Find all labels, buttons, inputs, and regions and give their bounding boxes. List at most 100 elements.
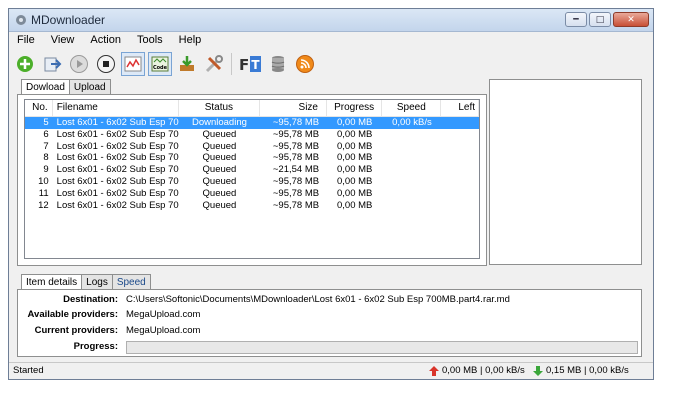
cell-speed [382,129,441,141]
menu-file[interactable]: File [9,34,43,46]
progress-bar [126,341,638,354]
tab-logs[interactable]: Logs [81,274,113,290]
cell-no: 10 [38,175,49,187]
code-icon-label: Code [153,65,168,71]
stop-icon[interactable] [94,52,118,76]
ft-icon-letter-f: F [239,56,249,74]
cell-speed [382,152,441,164]
cell-speed [382,141,441,153]
cell-status: Queued [202,140,237,152]
cell-filename: Lost 6x01 - 6x02 Sub Esp 700MB.p... [56,164,179,176]
cell-left [442,164,479,176]
cell-filename: Lost 6x01 - 6x02 Sub Esp 700MB.p... [56,152,179,164]
status-bar: Started 0,00 MB | 0,00 kB/s 0,15 MB | 0,… [9,362,653,379]
rss-icon[interactable] [293,52,317,76]
cell-no: 5 [43,117,49,128]
play-icon[interactable] [67,52,91,76]
cell-status: Queued [202,152,237,164]
cell-progress: 0,00 MB [337,199,373,211]
progress-row: Progress: [18,340,641,354]
cell-speed [382,200,441,212]
cell-left [442,117,479,129]
current-providers-value: MegaUpload.com [126,325,201,336]
cell-speed [382,176,441,188]
cell-filename: Lost 6x01 - 6x02 Sub Esp 700MB.p... [56,187,179,199]
table-row[interactable]: 9 Lost 6x01 - 6x02 Sub Esp 700MB.p... Queu… [25,164,479,176]
download-status-text: 0,15 MB | 0,00 kB/s [546,365,629,376]
col-progress[interactable]: Progress [327,100,383,116]
toolbar: Code FT [13,49,317,79]
cell-progress: 0,00 MB [337,175,373,187]
cell-status: Downloading [191,117,247,128]
upload-status-text: 0,00 MB | 0,00 kB/s [442,365,525,376]
item-details-panel: Destination: C:\Users\Softonic\Documents… [17,289,642,357]
cell-no: 7 [43,140,49,152]
cell-left [442,141,479,153]
code-icon[interactable]: Code [148,52,172,76]
database-icon[interactable] [266,52,290,76]
cell-progress: 0,00 MB [337,164,373,176]
status-text: Started [13,365,44,376]
menu-view[interactable]: View [43,34,83,46]
col-no[interactable]: No. [25,100,53,116]
col-status[interactable]: Status [179,100,260,116]
table-row[interactable]: 8 Lost 6x01 - 6x02 Sub Esp 700MB.p... Queu… [25,152,479,164]
cell-progress: 0,00 MB [337,152,373,164]
cell-no: 6 [43,128,49,140]
current-providers-label: Current providers: [34,325,118,336]
menu-help[interactable]: Help [171,34,210,46]
cell-no: 8 [43,152,49,164]
cell-left [442,176,479,188]
cell-status: Queued [202,175,237,187]
current-providers-row: Current providers: MegaUpload.com [18,324,641,338]
col-speed[interactable]: Speed [382,100,442,116]
download-panel: No. Filename Status Size Progress Speed … [17,94,487,266]
tools-icon[interactable] [202,52,226,76]
cell-left [442,188,479,200]
graph-icon[interactable] [121,52,145,76]
menu-action[interactable]: Action [82,34,129,46]
col-size[interactable]: Size [260,100,327,116]
col-filename[interactable]: Filename [53,100,179,116]
title-bar: MDownloader ━ □ ✕ [9,9,653,32]
minimize-button[interactable]: ━ [565,12,587,27]
ft-icon[interactable]: FT [237,52,263,76]
tab-upload[interactable]: Upload [68,79,111,95]
cell-progress: 0,00 MB [337,128,373,140]
cell-status: Queued [202,128,237,140]
app-icon [16,15,26,25]
cell-no: 12 [38,199,49,211]
maximize-button[interactable]: □ [589,12,611,27]
cell-progress: 0,00 MB [337,140,373,152]
table-row[interactable]: 5 Lost 6x01 - 6x02 Sub Esp 700MB.p... Down… [25,117,479,129]
window-title: MDownloader [31,13,106,27]
add-download-icon[interactable] [13,52,37,76]
download-status: 0,15 MB | 0,00 kB/s [533,363,629,379]
table-row[interactable]: 6 Lost 6x01 - 6x02 Sub Esp 700MB.p... Queu… [25,129,479,141]
table-row[interactable]: 10 Lost 6x01 - 6x02 Sub Esp 700MB.p... Que… [25,176,479,188]
destination-row: Destination: C:\Users\Softonic\Documents… [18,293,641,307]
cell-speed [382,164,441,176]
list-rows: 5 Lost 6x01 - 6x02 Sub Esp 700MB.p... Down… [25,117,479,211]
cell-size: ~95,78 MB [272,187,320,199]
download-tray-icon[interactable] [175,52,199,76]
cell-speed: 0,00 kB/s [392,117,432,128]
upload-status: 0,00 MB | 0,00 kB/s [429,363,525,379]
download-arrow-icon [533,366,543,376]
list-header: No. Filename Status Size Progress Speed … [25,100,480,117]
menu-bar: File View Action Tools Help [9,31,653,49]
cell-left [442,152,479,164]
cell-left [442,200,479,212]
available-providers-label: Available providers: [27,309,118,320]
import-icon[interactable] [40,52,64,76]
download-list[interactable]: No. Filename Status Size Progress Speed … [24,99,480,259]
menu-tools[interactable]: Tools [129,34,171,46]
close-button[interactable]: ✕ [613,12,649,27]
ft-icon-letter-t: T [251,58,260,72]
cell-filename: Lost 6x01 - 6x02 Sub Esp 700MB.p... [56,128,179,140]
col-left[interactable]: Left [441,100,480,116]
table-row[interactable]: 11 Lost 6x01 - 6x02 Sub Esp 700MB.p... Que… [25,188,479,200]
table-row[interactable]: 7 Lost 6x01 - 6x02 Sub Esp 700MB.p... Queu… [25,141,479,153]
tab-speed[interactable]: Speed [111,274,151,290]
table-row[interactable]: 12 Lost 6x01 - 6x02 Sub Esp 700MB.p... Que… [25,200,479,212]
